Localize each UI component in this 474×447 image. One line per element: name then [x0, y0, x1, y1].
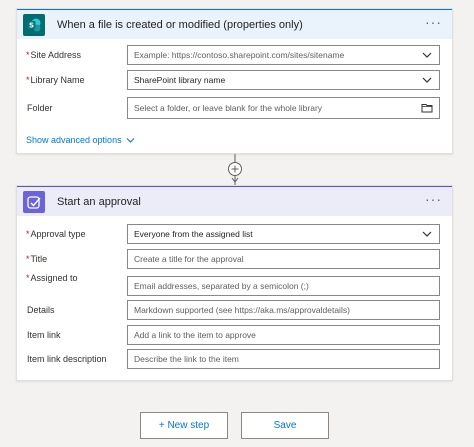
approval-card: Start an approval ··· *Approval type Eve… [16, 185, 453, 381]
trigger-card-header[interactable]: S When a file is created or modified (pr… [17, 9, 452, 39]
approval-more-options-icon[interactable]: ··· [425, 192, 442, 210]
svg-text:S: S [29, 21, 34, 29]
folder-label: Folder [27, 103, 53, 113]
item-link-row: Item link Add a link to the item to appr… [17, 324, 452, 346]
show-advanced-options-link[interactable]: Show advanced options [26, 135, 135, 145]
library-name-row: *Library Name SharePoint library name [17, 69, 452, 91]
library-name-dropdown[interactable]: SharePoint library name [127, 70, 440, 90]
item-link-input[interactable]: Add a link to the item to approve [127, 325, 440, 345]
title-input[interactable]: Create a title for the approval [127, 249, 440, 269]
folder-icon[interactable] [421, 102, 433, 114]
chevron-down-icon [422, 52, 432, 58]
trigger-more-options-icon[interactable]: ··· [425, 15, 442, 33]
approval-type-label: *Approval type [26, 229, 86, 239]
chevron-down-icon [422, 77, 432, 83]
assigned-to-row: *Assigned to Email addresses, separated … [17, 273, 452, 296]
chevron-down-icon [422, 231, 432, 237]
new-step-button[interactable]: + New step [140, 412, 228, 439]
item-link-description-input[interactable]: Describe the link to the item [127, 349, 440, 369]
details-label: Details [27, 305, 55, 315]
item-link-label: Item link [27, 330, 61, 340]
library-name-label: *Library Name [26, 75, 85, 85]
save-button[interactable]: Save [241, 412, 329, 439]
trigger-title: When a file is created or modified (prop… [57, 18, 303, 31]
assigned-to-input[interactable]: Email addresses, separated by a semicolo… [127, 276, 440, 296]
folder-row: Folder Select a folder, or leave blank f… [17, 97, 452, 119]
sharepoint-logo-icon: S [23, 13, 45, 36]
folder-picker[interactable]: Select a folder, or leave blank for the … [127, 97, 440, 119]
title-row: *Title Create a title for the approval [17, 248, 452, 270]
approvals-logo-icon [23, 190, 45, 213]
chevron-down-icon [126, 137, 134, 143]
title-label: *Title [26, 254, 48, 264]
approval-card-header[interactable]: Start an approval ··· [17, 186, 452, 216]
details-input[interactable]: Markdown supported (see https://aka.ms/a… [127, 300, 440, 320]
details-row: Details Markdown supported (see https://… [17, 299, 452, 321]
approval-title: Start an approval [57, 195, 141, 208]
site-address-row: *Site Address Example: https://contoso.s… [17, 44, 452, 66]
item-link-description-label: Item link description [27, 354, 107, 364]
trigger-card: S When a file is created or modified (pr… [16, 8, 453, 154]
site-address-label: *Site Address [26, 50, 82, 60]
assigned-to-label: *Assigned to [26, 273, 78, 283]
site-address-dropdown[interactable]: Example: https://contoso.sharepoint.com/… [127, 45, 440, 65]
approval-type-row: *Approval type Everyone from the assigne… [17, 223, 452, 245]
add-step-plus-icon[interactable] [227, 161, 243, 177]
item-link-description-row: Item link description Describe the link … [17, 348, 452, 370]
approval-type-dropdown[interactable]: Everyone from the assigned list [127, 224, 440, 244]
